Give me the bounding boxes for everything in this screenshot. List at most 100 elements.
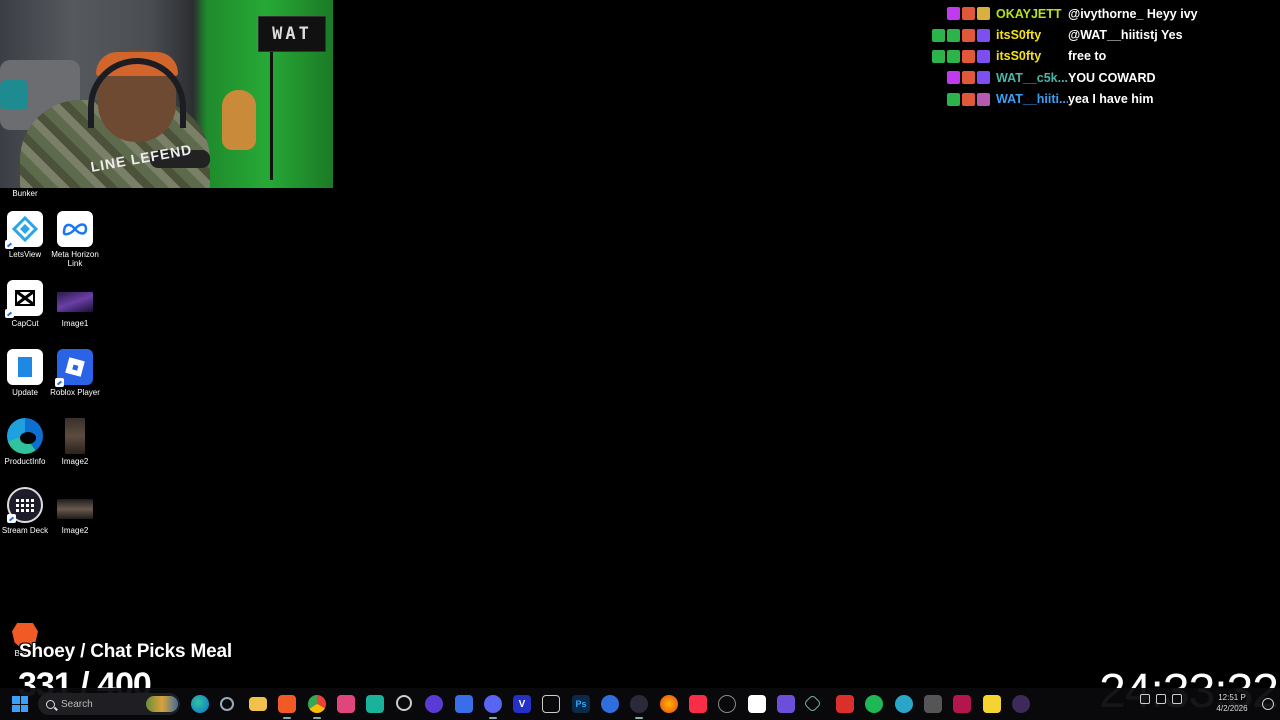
chat-username: itsS0fty bbox=[996, 49, 1042, 64]
badge-icon bbox=[947, 7, 960, 21]
edge-icon[interactable] bbox=[191, 695, 209, 713]
desktop-icon-update[interactable]: Update bbox=[0, 349, 53, 397]
badge-icon bbox=[977, 7, 990, 21]
music-icon[interactable] bbox=[689, 695, 707, 713]
photoshop-icon[interactable]: Ps bbox=[572, 695, 590, 713]
obs-icon[interactable] bbox=[396, 695, 412, 711]
network-icon[interactable] bbox=[1156, 694, 1166, 704]
chat-badges bbox=[930, 49, 990, 63]
chat-text: yea I have him bbox=[1068, 92, 1154, 107]
search-highlight-art bbox=[146, 696, 178, 712]
chat-message: itsS0fty @WAT__hiitistj Yes bbox=[930, 24, 1270, 45]
app-icon[interactable] bbox=[337, 695, 355, 713]
taskbar: Search V Ps 12:51 P 4/2/2026 bbox=[0, 688, 1280, 720]
file-explorer-icon[interactable] bbox=[249, 697, 267, 711]
badge-icon bbox=[977, 28, 990, 42]
badge-icon bbox=[977, 92, 990, 106]
image-thumbnail-icon bbox=[57, 292, 93, 312]
windows-start-icon[interactable] bbox=[12, 696, 28, 712]
app-icon[interactable] bbox=[601, 695, 619, 713]
desktop-icon-productinfo[interactable]: ProductInfo bbox=[0, 418, 53, 466]
desktop-icon-image1[interactable]: Image1 bbox=[47, 280, 103, 328]
app-icon[interactable] bbox=[836, 695, 854, 713]
notification-bell-icon[interactable] bbox=[1262, 698, 1274, 710]
chat-text: @WAT__hiitistj Yes bbox=[1068, 28, 1183, 43]
meta-icon bbox=[57, 211, 93, 247]
chat-overlay: OKAYJETT @ivythorne_ Heyy ivy itsS0fty @… bbox=[930, 3, 1270, 110]
volume-icon[interactable] bbox=[1172, 694, 1182, 704]
chat-message: itsS0fty free to bbox=[930, 46, 1270, 67]
discord-icon[interactable] bbox=[484, 695, 502, 719]
chat-username: WAT__hiiti... bbox=[996, 92, 1068, 107]
badge-icon bbox=[962, 7, 975, 21]
stream-deck-icon bbox=[7, 487, 43, 523]
clock-date: 4/2/2026 bbox=[1216, 704, 1248, 713]
app-icon[interactable] bbox=[983, 695, 1001, 713]
edge-icon bbox=[7, 418, 43, 454]
badge-icon bbox=[947, 49, 960, 63]
chat-username: OKAYJETT bbox=[996, 6, 1062, 21]
system-tray[interactable] bbox=[1140, 694, 1182, 704]
app-icon[interactable] bbox=[777, 695, 795, 713]
gamepad-icon[interactable] bbox=[455, 695, 473, 713]
desktop-icon-bunker-label[interactable]: Bunker bbox=[4, 189, 46, 198]
chat-badges bbox=[930, 28, 990, 42]
firefox-icon[interactable] bbox=[660, 695, 678, 713]
image-thumbnail-icon bbox=[65, 418, 85, 454]
plush-toy bbox=[222, 90, 256, 150]
app-icon[interactable] bbox=[425, 695, 443, 713]
app-icon[interactable] bbox=[630, 695, 648, 719]
roblox-icon bbox=[55, 349, 93, 387]
badge-icon bbox=[977, 49, 990, 63]
app-icon[interactable] bbox=[895, 695, 913, 713]
badge-icon bbox=[962, 28, 975, 42]
chat-message: OKAYJETT @ivythorne_ Heyy ivy bbox=[930, 3, 1270, 24]
capcut-icon[interactable] bbox=[748, 695, 766, 713]
clock-time: 12:51 P bbox=[1218, 693, 1246, 702]
app-icon[interactable] bbox=[366, 695, 384, 713]
desktop-icon-meta-horizon-link[interactable]: Meta Horizon Link bbox=[47, 211, 103, 268]
chat-badges bbox=[930, 7, 990, 21]
letsview-icon bbox=[5, 211, 43, 249]
badge-icon bbox=[932, 49, 945, 63]
brave-icon[interactable] bbox=[278, 695, 296, 719]
wat-sign: WAT bbox=[258, 16, 326, 52]
chat-text: free to bbox=[1068, 49, 1107, 64]
app-icon[interactable] bbox=[803, 694, 822, 713]
desktop-icon-letsview[interactable]: LetsView bbox=[0, 211, 53, 259]
badge-icon bbox=[947, 71, 960, 85]
settings-icon[interactable] bbox=[220, 697, 234, 711]
chat-badges bbox=[930, 71, 990, 85]
badge-icon bbox=[947, 28, 960, 42]
chat-username: itsS0fty bbox=[996, 28, 1042, 43]
update-icon bbox=[7, 349, 43, 385]
vegas-icon[interactable]: V bbox=[513, 695, 531, 713]
desktop-icon-image2-b[interactable]: Image2 bbox=[47, 487, 103, 535]
chat-message: WAT__c5k... YOU COWARD bbox=[930, 67, 1270, 88]
taskbar-clock[interactable]: 12:51 P 4/2/2026 bbox=[1212, 692, 1252, 714]
app-icon[interactable] bbox=[924, 695, 942, 713]
search-placeholder: Search bbox=[61, 698, 93, 710]
webcam-overlay: WAT LINE LEFEND bbox=[0, 0, 333, 188]
app-icon[interactable] bbox=[718, 695, 736, 713]
badge-icon bbox=[962, 71, 975, 85]
image-thumbnail-icon bbox=[57, 499, 93, 519]
badge-icon bbox=[977, 71, 990, 85]
badge-icon bbox=[962, 92, 975, 106]
app-icon[interactable] bbox=[542, 695, 560, 713]
desktop-icon-capcut[interactable]: CapCut bbox=[0, 280, 53, 328]
chat-text: @ivythorne_ Heyy ivy bbox=[1068, 6, 1198, 21]
spotify-icon[interactable] bbox=[865, 695, 883, 713]
search-icon bbox=[46, 699, 55, 709]
app-icon[interactable] bbox=[1012, 695, 1030, 713]
search-box[interactable]: Search bbox=[38, 693, 180, 715]
app-icon[interactable] bbox=[953, 695, 971, 713]
chevron-up-icon[interactable] bbox=[1140, 694, 1150, 704]
desktop-icon-roblox[interactable]: Roblox Player bbox=[47, 349, 103, 397]
desktop-icon-image2[interactable]: Image2 bbox=[47, 418, 103, 466]
desktop-icon-stream-deck[interactable]: Stream Deck bbox=[0, 487, 53, 535]
badge-icon bbox=[947, 92, 960, 106]
capcut-icon bbox=[5, 280, 43, 318]
chat-text: YOU COWARD bbox=[1068, 70, 1156, 85]
chrome-icon[interactable] bbox=[308, 695, 326, 719]
